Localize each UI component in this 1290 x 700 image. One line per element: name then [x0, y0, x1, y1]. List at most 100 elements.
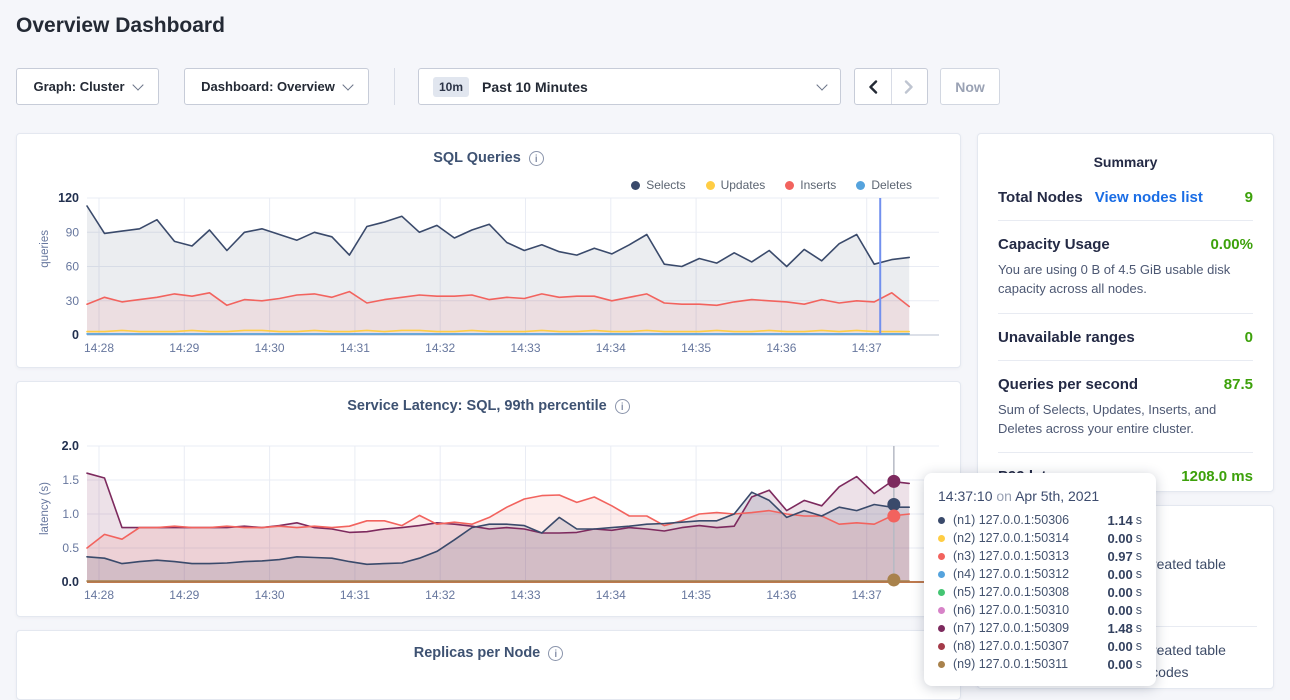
view-nodes-list-link[interactable]: View nodes list [1095, 189, 1203, 206]
node-latency-value: 0.97 [1107, 549, 1132, 564]
info-icon[interactable]: i [615, 399, 630, 414]
node-address: (n3) 127.0.0.1:50313 [953, 549, 1069, 563]
time-prev-button[interactable] [855, 69, 891, 104]
updates-dot-icon [706, 181, 715, 190]
node-latency-value: 0.00 [1107, 657, 1132, 672]
summary-panel: Summary Total Nodes View nodes list 9 Ca… [977, 133, 1274, 492]
svg-text:0.0: 0.0 [62, 575, 79, 589]
time-nav-group [854, 68, 928, 105]
node-latency-unit: s [1136, 657, 1142, 671]
chevron-left-icon [868, 80, 878, 94]
node-latency-value: 0.00 [1107, 531, 1132, 546]
svg-text:14:37: 14:37 [852, 588, 882, 602]
summary-row-total-nodes: Total Nodes View nodes list 9 [998, 174, 1253, 221]
tooltip-node-row: (n7) 127.0.0.1:50309 1.48 s [938, 619, 1142, 637]
tooltip-timestamp: 14:37:10 on Apr 5th, 2021 [938, 488, 1142, 504]
node-address: (n5) 127.0.0.1:50308 [953, 585, 1069, 599]
svg-text:14:36: 14:36 [766, 588, 796, 602]
node-latency-value: 0.00 [1107, 639, 1132, 654]
now-button-label: Now [955, 79, 985, 95]
svg-text:14:35: 14:35 [681, 588, 711, 602]
node-address: (n9) 127.0.0.1:50311 [953, 657, 1068, 671]
info-icon[interactable]: i [548, 646, 563, 661]
node-latency-value: 0.00 [1107, 585, 1132, 600]
tooltip-node-rows: (n1) 127.0.0.1:503061.14s(n2) 127.0.0.1:… [938, 511, 1142, 673]
node-dot-icon [938, 589, 945, 596]
node-dot-icon [938, 607, 945, 614]
overview-dashboard-page: Overview Dashboard Graph: Cluster Dashbo… [0, 0, 1290, 689]
chart-hover-tooltip: 14:37:10 on Apr 5th, 2021 (n1) 127.0.0.1… [924, 473, 1156, 686]
svg-text:14:31: 14:31 [340, 588, 370, 602]
graph-dropdown-label: Graph: Cluster [33, 79, 124, 94]
summary-row-queries-per-second: Queries per second 87.5 Sum of Selects, … [998, 361, 1253, 454]
node-latency-unit: s [1136, 549, 1142, 563]
tooltip-node-row: (n9) 127.0.0.1:50311 0.00 s [938, 655, 1142, 673]
replicas-per-node-title: Replicas per Node [414, 645, 541, 661]
deletes-dot-icon [856, 181, 865, 190]
chevron-down-icon [132, 79, 143, 90]
svg-text:1.5: 1.5 [62, 473, 79, 487]
node-latency-unit: s [1136, 621, 1142, 635]
tooltip-node-row: (n5) 127.0.0.1:503080.00s [938, 583, 1142, 601]
svg-text:14:29: 14:29 [169, 341, 199, 355]
total-nodes-label: Total Nodes [998, 189, 1083, 206]
svg-text:120: 120 [58, 191, 79, 205]
node-address: (n8) 127.0.0.1:50307 [953, 639, 1069, 653]
total-nodes-value: 9 [1245, 189, 1253, 206]
tooltip-node-row: (n3) 127.0.0.1:50313 0.97 s [938, 547, 1142, 565]
node-latency-value: 1.48 [1107, 621, 1132, 636]
node-dot-icon [938, 625, 945, 632]
svg-text:14:32: 14:32 [425, 588, 455, 602]
sql-queries-chart[interactable]: 14:2814:2914:3014:3114:3214:3314:3414:35… [31, 190, 951, 366]
time-range-label: Past 10 Minutes [482, 79, 588, 95]
svg-text:14:30: 14:30 [255, 341, 285, 355]
now-button[interactable]: Now [940, 68, 1000, 105]
node-dot-icon [938, 553, 945, 560]
svg-text:14:28: 14:28 [84, 588, 114, 602]
node-latency-value: 1.14 [1107, 513, 1132, 528]
svg-text:14:37: 14:37 [852, 341, 882, 355]
node-latency-unit: s [1136, 531, 1142, 545]
node-address: (n1) 127.0.0.1:50306 [953, 513, 1069, 527]
node-dot-icon [938, 643, 945, 650]
time-range-picker[interactable]: 10m Past 10 Minutes [418, 68, 841, 105]
svg-text:2.0: 2.0 [62, 439, 79, 453]
info-icon[interactable]: i [529, 151, 544, 166]
tooltip-node-row: (n2) 127.0.0.1:50314 0.00 s [938, 529, 1142, 547]
svg-text:60: 60 [66, 260, 80, 274]
node-address: (n4) 127.0.0.1:50312 [953, 567, 1069, 581]
inserts-dot-icon [785, 181, 794, 190]
svg-text:14:28: 14:28 [84, 341, 114, 355]
chevron-right-icon [904, 80, 914, 94]
node-latency-value: 0.00 [1107, 567, 1132, 582]
svg-text:14:36: 14:36 [766, 341, 796, 355]
svg-text:0.5: 0.5 [62, 541, 79, 555]
sql-queries-title: SQL Queries [433, 150, 521, 166]
node-latency-unit: s [1136, 513, 1142, 527]
svg-text:14:33: 14:33 [510, 588, 540, 602]
svg-text:14:29: 14:29 [169, 588, 199, 602]
svg-text:14:32: 14:32 [425, 341, 455, 355]
summary-row-unavailable-ranges: Unavailable ranges 0 [998, 314, 1253, 361]
node-address: (n6) 127.0.0.1:50310 [953, 603, 1069, 617]
node-latency-unit: s [1136, 603, 1142, 617]
svg-text:14:30: 14:30 [255, 588, 285, 602]
queries-per-second-subtext: Sum of Selects, Updates, Inserts, and De… [998, 401, 1253, 439]
time-next-button[interactable] [891, 69, 928, 104]
graph-dropdown[interactable]: Graph: Cluster [16, 68, 159, 105]
queries-per-second-value: 87.5 [1224, 376, 1253, 393]
sql-queries-card: SQL Queries i Selects Updates Inserts De… [16, 133, 961, 368]
dashboard-dropdown-label: Dashboard: Overview [201, 79, 335, 94]
p99-latency-value: 1208.0 ms [1181, 468, 1253, 485]
svg-text:1.0: 1.0 [62, 507, 79, 521]
service-latency-chart[interactable]: 14:2814:2914:3014:3114:3214:3314:3414:35… [31, 432, 951, 616]
svg-text:90: 90 [66, 225, 80, 239]
node-address: (n2) 127.0.0.1:50314 [953, 531, 1069, 545]
node-latency-unit: s [1136, 567, 1142, 581]
node-dot-icon [938, 535, 945, 542]
service-latency-card: Service Latency: SQL, 99th percentile i … [16, 381, 961, 617]
node-address: (n7) 127.0.0.1:50309 [953, 621, 1069, 635]
node-dot-icon [938, 517, 945, 524]
page-title: Overview Dashboard [16, 14, 225, 38]
dashboard-dropdown[interactable]: Dashboard: Overview [184, 68, 369, 105]
